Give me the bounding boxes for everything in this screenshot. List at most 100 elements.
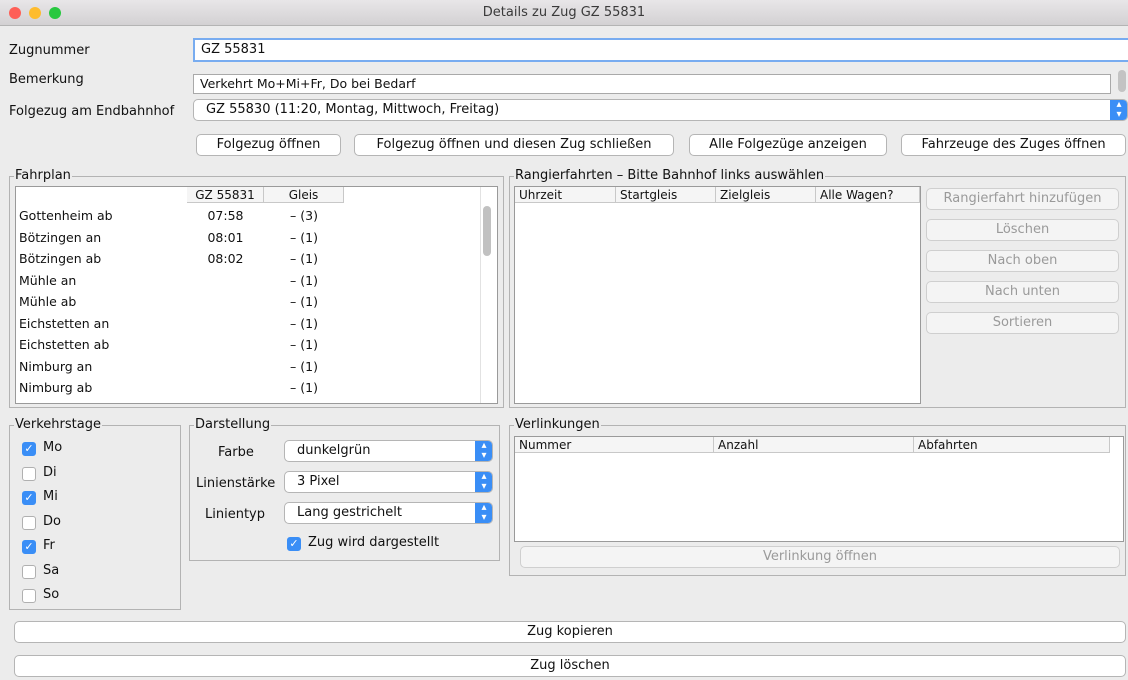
fahrplan-gleis-cell: – (1) (290, 380, 318, 395)
verlinkungen-table[interactable]: Nummer Anzahl Abfahrten (514, 436, 1124, 542)
linienstaerke-select-value: 3 Pixel (297, 474, 340, 489)
zug-kopieren-button[interactable]: Zug kopieren (14, 621, 1126, 643)
fahrplan-gleis-cell: – (1) (290, 272, 318, 288)
fahrplan-gleis-cell: – (1) (290, 229, 318, 245)
linienstaerke-label: Linienstärke (196, 476, 276, 491)
fahrplan-time-cell: 08:01 (207, 229, 244, 245)
linientyp-select-value: Lang gestrichelt (297, 505, 403, 520)
fahrplan-gleis-cell: – (1) (290, 315, 318, 331)
folgezug-select[interactable]: GZ 55830 (11:20, Montag, Mittwoch, Freit… (193, 99, 1128, 121)
scrollbar-track (480, 187, 481, 403)
day-label-mo: Mo (43, 440, 63, 455)
day-checkbox-di[interactable] (22, 466, 36, 481)
fahrplan-row[interactable]: Eichstetten an – (1) (16, 316, 478, 334)
fahrzeuge-oeffnen-button[interactable]: Fahrzeuge des Zuges öffnen (901, 134, 1126, 156)
fahrplan-row[interactable]: Nimburg ab – (1) (16, 380, 478, 398)
fahrplan-table[interactable]: GZ 55831 Gleis Gottenheim ab 07:58 – (3) Bö… (15, 186, 498, 404)
farbe-select-value: dunkelgrün (297, 443, 371, 458)
fahrplan-row[interactable]: Eichstetten ab – (1) (16, 337, 478, 355)
rangierfahrten-title: Rangierfahrten – Bitte Bahnhof links aus… (514, 168, 826, 183)
fahrplan-station-cell: Mühle an (19, 272, 77, 288)
verlink-col-nummer[interactable]: Nummer (515, 437, 714, 453)
fahrplan-row[interactable]: Mühle an – (1) (16, 273, 478, 291)
fahrplan-station-cell: Mühle ab (19, 294, 77, 309)
fahrplan-scrollbar[interactable] (483, 206, 491, 256)
fahrplan-gleis-cell: – (1) (290, 251, 318, 266)
zug-dargestellt-label: Zug wird dargestellt (308, 535, 440, 550)
select-arrows-icon: ▴ ▾ (475, 472, 492, 492)
rangier-col-uhrzeit[interactable]: Uhrzeit (515, 187, 616, 203)
verlink-col-abfahrten[interactable]: Abfahrten (914, 437, 1110, 453)
window-title: Details zu Zug GZ 55831 (482, 5, 646, 20)
bemerkung-textarea[interactable]: Verkehrt Mo+Mi+Fr, Do bei Bedarf (193, 74, 1111, 94)
day-checkbox-do[interactable] (22, 515, 36, 530)
day-checkbox-so[interactable] (22, 589, 36, 603)
fahrplan-station-cell: Eichstetten ab (19, 337, 110, 352)
rangierfahrten-table[interactable]: Uhrzeit Startgleis Zielgleis Alle Wagen? (514, 186, 921, 404)
day-checkbox-mo[interactable]: ✓ (22, 442, 36, 456)
title-bar: Details zu Zug GZ 55831 (0, 0, 1128, 26)
farbe-label: Farbe (218, 445, 254, 460)
verlinkungen-title: Verlinkungen (514, 417, 601, 432)
folgezug-oeffnen-schliessen-button[interactable]: Folgezug öffnen und diesen Zug schließen (354, 134, 674, 156)
day-label-sa: Sa (43, 562, 60, 578)
farbe-select[interactable]: dunkelgrün ▴ ▾ (284, 440, 493, 462)
fahrplan-col-gleis[interactable]: Gleis (264, 187, 344, 203)
zug-dargestellt-checkbox[interactable]: ✓ (287, 537, 301, 551)
day-label-di: Di (43, 464, 57, 480)
day-checkbox-mi[interactable]: ✓ (22, 491, 36, 505)
rangier-nach-unten-button[interactable]: Nach unten (926, 281, 1119, 303)
select-arrows-icon: ▴ ▾ (475, 441, 492, 461)
fahrplan-gleis-cell: – (3) (290, 208, 318, 223)
rangier-nach-oben-button[interactable]: Nach oben (926, 250, 1119, 272)
fahrplan-gleis-cell: – (1) (290, 337, 318, 352)
rangierfahrt-hinzufuegen-button[interactable]: Rangierfahrt hinzufügen (926, 188, 1119, 210)
linientyp-label: Linientyp (205, 507, 265, 522)
verlinkung-oeffnen-button[interactable]: Verlinkung öffnen (520, 546, 1120, 568)
fahrplan-station-cell: Nimburg an (19, 358, 93, 374)
select-arrows-icon: ▴ ▾ (1110, 100, 1127, 120)
fahrplan-station-cell: Bötzingen an (19, 229, 102, 245)
verkehrstage-title: Verkehrstage (14, 417, 102, 432)
folgezug-label: Folgezug am Endbahnhof (9, 104, 175, 119)
fahrplan-row[interactable]: Bötzingen an 08:01 – (1) (16, 230, 478, 248)
fahrplan-col-zug[interactable]: GZ 55831 (187, 187, 264, 203)
fahrplan-station-cell: Gottenheim ab (19, 208, 113, 223)
zugnummer-input[interactable]: GZ 55831 (193, 38, 1128, 62)
darstellung-title: Darstellung (194, 417, 272, 432)
fahrplan-station-cell: Nimburg ab (19, 380, 93, 395)
day-label-mi: Mi (43, 489, 58, 504)
linienstaerke-select[interactable]: 3 Pixel ▴ ▾ (284, 471, 493, 493)
fahrplan-title: Fahrplan (14, 168, 72, 183)
rangier-sortieren-button[interactable]: Sortieren (926, 312, 1119, 334)
fahrplan-station-cell: Bötzingen ab (19, 251, 102, 266)
day-label-fr: Fr (43, 538, 55, 553)
linientyp-select[interactable]: Lang gestrichelt ▴ ▾ (284, 502, 493, 524)
zugnummer-label: Zugnummer (9, 43, 90, 58)
fahrplan-row[interactable]: Nimburg an – (1) (16, 359, 478, 377)
fahrplan-time-cell: 08:02 (207, 251, 244, 266)
day-label-do: Do (43, 513, 61, 529)
fahrplan-station-cell: Eichstetten an (19, 315, 110, 331)
folgezug-oeffnen-button[interactable]: Folgezug öffnen (196, 134, 341, 156)
rangier-col-startgleis[interactable]: Startgleis (616, 187, 716, 203)
day-checkbox-sa[interactable] (22, 564, 36, 579)
bemerkung-label: Bemerkung (9, 72, 84, 87)
rangier-loeschen-button[interactable]: Löschen (926, 219, 1119, 241)
rangier-col-alle-wagen[interactable]: Alle Wagen? (816, 187, 920, 203)
select-arrows-icon: ▴ ▾ (475, 503, 492, 523)
fahrplan-gleis-cell: – (1) (290, 358, 318, 374)
day-checkbox-fr[interactable]: ✓ (22, 540, 36, 554)
fahrplan-time-cell: 07:58 (207, 208, 244, 223)
folgezug-select-value: GZ 55830 (11:20, Montag, Mittwoch, Freit… (206, 102, 500, 117)
verlink-col-anzahl[interactable]: Anzahl (714, 437, 914, 453)
day-label-so: So (43, 587, 60, 602)
fahrplan-gleis-cell: – (1) (290, 294, 318, 309)
rangier-col-zielgleis[interactable]: Zielgleis (716, 187, 816, 203)
zug-loeschen-button[interactable]: Zug löschen (14, 655, 1126, 677)
fahrplan-row[interactable]: Mühle ab – (1) (16, 294, 478, 312)
fahrplan-row[interactable]: Bötzingen ab 08:02 – (1) (16, 251, 478, 269)
fahrplan-row[interactable]: Gottenheim ab 07:58 – (3) (16, 208, 478, 226)
alle-folgezuege-button[interactable]: Alle Folgezüge anzeigen (689, 134, 887, 156)
bemerkung-scrollbar[interactable] (1118, 70, 1126, 92)
